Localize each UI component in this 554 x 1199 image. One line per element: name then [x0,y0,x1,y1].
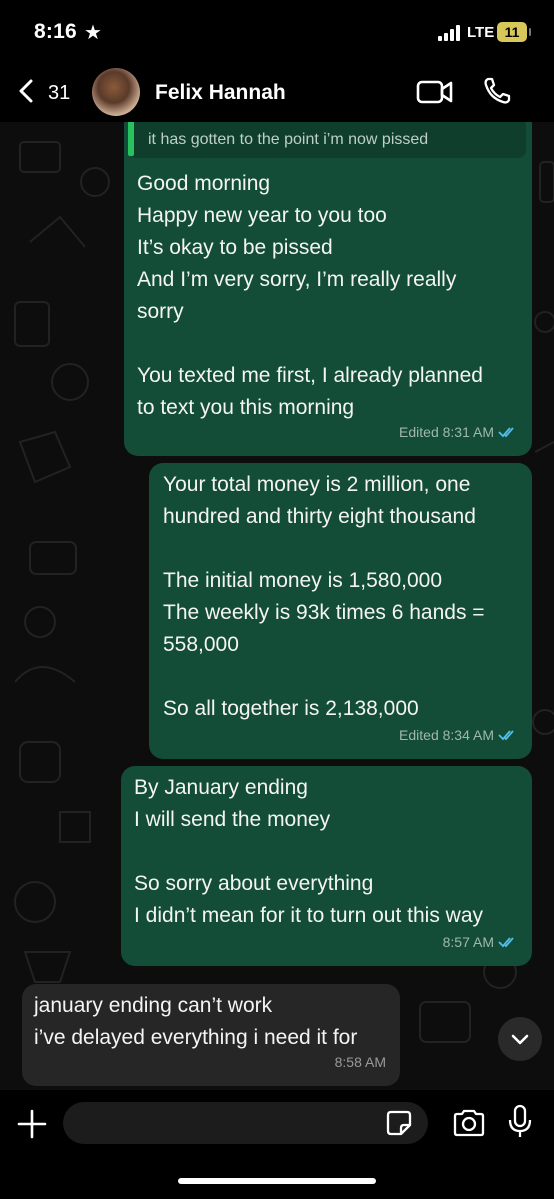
double-check-icon [498,730,514,741]
message-time: 8:58 AM [334,1054,386,1070]
message-text: By January ending I will send the money … [134,776,484,927]
message-meta: 8:57 AM [443,926,518,958]
status-time: 8:16 [34,20,77,43]
microphone-icon[interactable] [506,1104,534,1140]
avatar[interactable] [92,68,140,116]
message-time: 8:57 AM [442,934,494,950]
quoted-text: it has gotten to the point i’m now pisse… [148,131,429,148]
message-text: january ending can’t work i’ve delayed e… [34,994,358,1049]
message-bubble-outgoing[interactable]: Your total money is 2 million, one hundr… [149,463,532,759]
camera-icon[interactable] [452,1108,486,1138]
message-meta: Edited 8:34 AM [399,719,518,751]
message-bubble-outgoing[interactable]: it has gotten to the point i’m now pisse… [124,122,532,456]
star-icon: ★ [84,22,102,44]
message-meta: Edited 8:31 AM [399,416,518,448]
sticker-icon[interactable] [386,1110,412,1136]
phone-call-icon[interactable] [482,76,512,106]
scroll-to-bottom-button[interactable] [498,1017,542,1061]
message-input[interactable] [63,1102,428,1144]
contact-name[interactable]: Felix Hannah [155,81,286,105]
status-bar: 8:16 ★ LTE 11 [0,0,554,64]
signal-icon [438,25,460,41]
chat-header: 31 Felix Hannah [0,64,554,122]
message-time: Edited 8:34 AM [399,727,494,743]
network-type: LTE [467,24,495,41]
chevron-down-icon [511,1034,529,1045]
message-text: Good morning Happy new year to you too I… [137,172,483,419]
message-bubble-outgoing[interactable]: By January ending I will send the money … [121,766,532,966]
quoted-reply[interactable]: it has gotten to the point i’m now pisse… [128,122,526,158]
battery-icon: 11 [497,22,531,42]
message-list[interactable]: it has gotten to the point i’m now pisse… [0,122,554,1090]
home-indicator [178,1178,376,1184]
video-call-icon[interactable] [416,78,454,106]
message-bubble-incoming[interactable]: january ending can’t work i’ve delayed e… [22,984,400,1086]
reply-accent-bar [128,122,134,156]
back-chevron-icon[interactable] [14,78,40,104]
double-check-icon [498,937,514,948]
message-time: Edited 8:31 AM [399,424,494,440]
message-text: Your total money is 2 million, one hundr… [163,473,485,720]
plus-icon[interactable] [16,1108,48,1140]
composer-bar [0,1090,554,1199]
message-meta: 8:58 AM [335,1046,386,1078]
double-check-icon [498,427,514,438]
back-unread-count[interactable]: 31 [48,82,70,105]
